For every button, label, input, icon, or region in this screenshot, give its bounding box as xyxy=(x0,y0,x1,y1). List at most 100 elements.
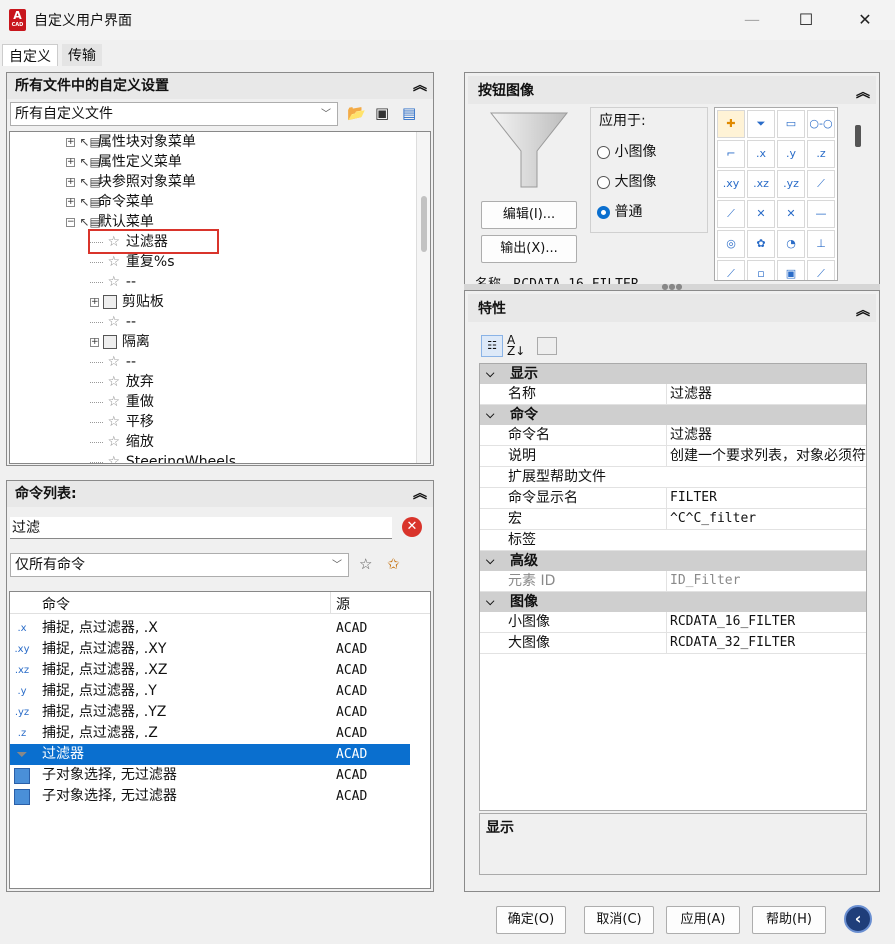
property-value[interactable]: ID_Filter xyxy=(666,571,866,591)
radio-normal[interactable]: 普通 xyxy=(597,201,642,221)
image-grid-cell[interactable]: ⌐ xyxy=(717,140,745,168)
command-row[interactable]: ⏷ 过滤器 ACAD xyxy=(10,744,410,765)
chevron-down-icon[interactable]: ⌵ xyxy=(486,592,494,612)
command-row[interactable]: .xy 捕捉, 点过滤器, .XY ACAD xyxy=(10,639,410,660)
image-grid-cell[interactable]: .z xyxy=(807,140,835,168)
tree-item[interactable]: ☆ -- xyxy=(90,352,136,372)
tab-customize[interactable]: 自定义 xyxy=(2,44,58,66)
expand-icon[interactable]: − xyxy=(66,217,75,227)
command-row[interactable]: 子对象选择, 无过滤器 ACAD xyxy=(10,786,410,807)
property-value[interactable]: 创建一个要求列表，对象必须符 xyxy=(666,446,866,466)
image-grid-cell[interactable]: ✚ xyxy=(717,110,745,138)
tree-item[interactable]: + ↖▤ 属性定义菜单 xyxy=(66,152,182,172)
edit-image-button[interactable]: 编辑(I)... xyxy=(481,201,577,229)
property-row[interactable]: 宏 ^C^C_filter xyxy=(480,509,866,530)
tree-scrollbar[interactable] xyxy=(416,132,430,463)
radio-small-image[interactable]: 小图像 xyxy=(597,141,656,161)
property-row[interactable]: 元素 ID ID_Filter xyxy=(480,571,866,592)
chevron-down-icon[interactable]: ⌵ xyxy=(486,405,494,425)
image-grid-cell[interactable]: — xyxy=(807,200,835,228)
image-grid-scrollbar[interactable] xyxy=(855,125,861,147)
command-row[interactable]: .x 捕捉, 点过滤器, .X ACAD xyxy=(10,618,410,639)
tree-item[interactable]: ☆ 缩放 xyxy=(90,432,154,452)
tree-item[interactable]: ☆ 放弃 xyxy=(90,372,154,392)
image-grid-cell[interactable]: ⟋ xyxy=(807,170,835,198)
tree-item[interactable]: + ↖▤ 块参照对象菜单 xyxy=(66,172,196,192)
command-search-input[interactable]: 过滤 xyxy=(10,517,392,539)
column-header-command[interactable]: 命令 xyxy=(42,594,70,614)
tab-transfer[interactable]: 传输 xyxy=(62,44,102,66)
find-command-icon[interactable]: ☆ xyxy=(359,555,372,573)
ok-button[interactable]: 确定(O) xyxy=(496,906,566,934)
image-grid-cell[interactable]: ◎ xyxy=(717,230,745,258)
property-row[interactable]: 大图像 RCDATA_32_FILTER xyxy=(480,633,866,654)
property-row[interactable]: 说明 创建一个要求列表，对象必须符 xyxy=(480,446,866,467)
property-value[interactable]: 过滤器 xyxy=(666,425,866,445)
image-grid-cell[interactable]: ○-○ xyxy=(807,110,835,138)
image-grid-cell[interactable]: ⏷ xyxy=(747,110,775,138)
minimize-button[interactable]: — xyxy=(737,8,767,32)
image-grid-cell[interactable]: ◔ xyxy=(777,230,805,258)
expand-icon[interactable]: + xyxy=(90,297,99,307)
tree-item[interactable]: ☆ -- xyxy=(90,312,136,332)
image-grid-cell[interactable]: ✕ xyxy=(747,200,775,228)
image-grid-cell[interactable]: .xz xyxy=(747,170,775,198)
property-row[interactable]: 扩展型帮助文件 xyxy=(480,467,866,488)
categorized-icon[interactable]: ☷ xyxy=(481,335,503,357)
command-row[interactable]: .y 捕捉, 点过滤器, .Y ACAD xyxy=(10,681,410,702)
new-command-icon[interactable]: ✩ xyxy=(387,555,400,573)
image-grid-cell[interactable]: ✿ xyxy=(747,230,775,258)
expand-icon[interactable]: + xyxy=(66,137,75,147)
tree-item[interactable]: ☆ 重复%s xyxy=(90,252,175,272)
column-header-source[interactable]: 源 xyxy=(336,594,350,614)
command-filter-select[interactable]: 仅所有命令 ﹀ xyxy=(10,553,349,577)
image-grid-cell[interactable]: .yz xyxy=(777,170,805,198)
image-grid-cell[interactable]: ⟋ xyxy=(807,260,835,280)
property-value[interactable]: ^C^C_filter xyxy=(666,509,866,529)
image-grid-cell[interactable]: ⟋ xyxy=(717,200,745,228)
collapse-icon[interactable]: ︽ xyxy=(413,481,427,507)
maximize-button[interactable]: ☐ xyxy=(791,8,821,32)
image-grid-cell[interactable]: ✕ xyxy=(777,200,805,228)
chevron-down-icon[interactable]: ⌵ xyxy=(486,364,494,384)
tree-item[interactable]: + ↖▤ 命令菜单 xyxy=(66,192,154,212)
property-category[interactable]: ⌵ 显示 xyxy=(480,364,866,384)
property-row[interactable]: 名称 过滤器 xyxy=(480,384,866,405)
property-category[interactable]: ⌵ 图像 xyxy=(480,592,866,612)
collapse-back-icon[interactable]: ‹ xyxy=(844,905,872,933)
close-button[interactable]: ✕ xyxy=(850,8,880,32)
scrollbar-thumb[interactable] xyxy=(421,196,427,252)
image-grid-cell[interactable]: ⊥ xyxy=(807,230,835,258)
clear-search-icon[interactable]: ✕ xyxy=(402,517,422,537)
collapse-icon[interactable]: ︽ xyxy=(413,73,427,99)
export-image-button[interactable]: 输出(X)... xyxy=(481,235,577,263)
apply-button[interactable]: 应用(A) xyxy=(666,906,740,934)
expand-icon[interactable]: + xyxy=(66,157,75,167)
property-value[interactable]: RCDATA_32_FILTER xyxy=(666,633,866,653)
expand-icon[interactable]: + xyxy=(66,197,75,207)
image-grid-cell[interactable]: ▣ xyxy=(777,260,805,280)
property-row[interactable]: 标签 xyxy=(480,530,866,551)
tree-item[interactable]: + 剪贴板 xyxy=(90,292,164,312)
file-select[interactable]: 所有自定义文件 ﹀ xyxy=(10,102,338,126)
command-row[interactable]: .yz 捕捉, 点过滤器, .YZ ACAD xyxy=(10,702,410,723)
command-row[interactable]: .z 捕捉, 点过滤器, .Z ACAD xyxy=(10,723,410,744)
command-row[interactable]: .xz 捕捉, 点过滤器, .XZ ACAD xyxy=(10,660,410,681)
collapse-icon[interactable]: ︽ xyxy=(856,300,870,320)
tree-item[interactable]: ☆ -- xyxy=(90,272,136,292)
property-row[interactable]: 小图像 RCDATA_16_FILTER xyxy=(480,612,866,633)
image-grid-cell[interactable]: .y xyxy=(777,140,805,168)
tree-item[interactable]: + ↖▤ 属性块对象菜单 xyxy=(66,132,196,152)
property-category[interactable]: ⌵ 命令 xyxy=(480,405,866,425)
property-category[interactable]: ⌵ 高级 xyxy=(480,551,866,571)
property-row[interactable]: 命令名 过滤器 xyxy=(480,425,866,446)
open-file-icon[interactable]: 📂 xyxy=(347,104,366,122)
expand-icon[interactable]: + xyxy=(90,337,99,347)
property-value[interactable]: FILTER xyxy=(666,488,866,508)
tree-item[interactable]: ☆ 平移 xyxy=(90,412,154,432)
save-as-icon[interactable]: ▤ xyxy=(402,104,416,122)
help-button[interactable]: 帮助(H) xyxy=(752,906,826,934)
image-grid-cell[interactable]: .x xyxy=(747,140,775,168)
image-grid-cell[interactable]: ⟋ xyxy=(717,260,745,280)
tree-item[interactable]: ☆ SteeringWheels xyxy=(90,452,236,463)
